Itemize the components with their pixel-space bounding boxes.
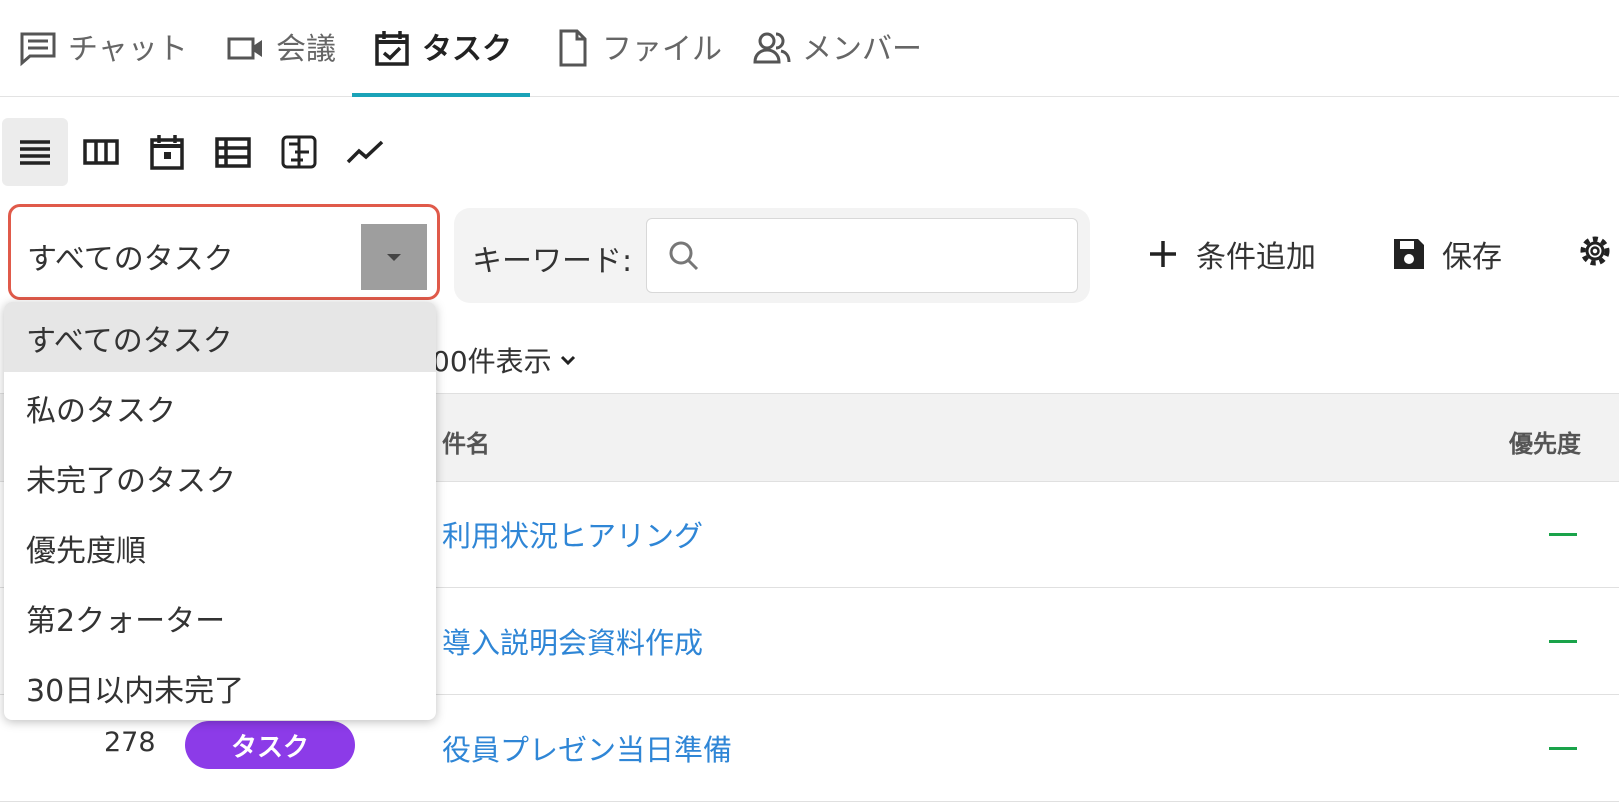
filter-option-incomplete[interactable]: 未完了のタスク	[4, 442, 436, 512]
task-number: 278	[104, 727, 156, 758]
option-label: すべてのタスク	[26, 324, 233, 359]
chart-view-icon	[346, 140, 384, 164]
page-size-select[interactable]: 00件表示	[432, 340, 578, 380]
priority-indicator	[1549, 640, 1577, 643]
list-view-icon	[20, 140, 50, 165]
task-link[interactable]: 利用状況ヒアリング	[442, 513, 703, 555]
file-icon	[559, 29, 587, 67]
tab-chat[interactable]: チャット	[18, 24, 188, 96]
task-link[interactable]: 導入説明会資料作成	[442, 620, 703, 662]
gear-icon	[1580, 236, 1610, 266]
save-button[interactable]: 保存	[1390, 232, 1502, 276]
column-header-priority[interactable]: 優先度	[1509, 424, 1581, 459]
calendar-check-icon	[375, 31, 409, 66]
gantt-view-button[interactable]	[266, 118, 332, 186]
chevron-down-icon	[560, 355, 575, 366]
calendar-view-button[interactable]	[134, 118, 200, 186]
task-filter-select[interactable]: すべてのタスク	[8, 204, 440, 300]
task-type-badge: タスク	[185, 721, 355, 769]
option-label: 優先度順	[26, 534, 146, 569]
tab-meeting[interactable]: 会議	[226, 24, 336, 96]
list-view-button[interactable]	[2, 118, 68, 186]
video-icon	[227, 37, 262, 60]
filter-option-mine[interactable]: 私のタスク	[4, 372, 436, 442]
plus-icon	[1150, 241, 1176, 267]
tab-label: メンバー	[802, 32, 922, 67]
tab-bar: チャット 会議 タスク ファイル メンバー	[0, 0, 1619, 97]
calendar-view-icon	[150, 135, 184, 170]
tab-label: ファイル	[602, 32, 722, 67]
settings-button[interactable]	[1576, 232, 1614, 270]
tab-label: 会議	[276, 32, 336, 67]
keyword-label: キーワード:	[472, 244, 633, 279]
chart-view-button[interactable]	[332, 118, 398, 186]
filter-option-priority[interactable]: 優先度順	[4, 512, 436, 582]
save-icon	[1394, 239, 1424, 269]
active-tab-indicator	[352, 93, 530, 97]
option-label: 未完了のタスク	[26, 464, 236, 499]
option-label: 私のタスク	[26, 394, 176, 429]
table-view-button[interactable]	[200, 118, 266, 186]
priority-indicator	[1549, 747, 1577, 750]
option-label: 第2クォーター	[26, 604, 226, 639]
column-header-name[interactable]: 件名	[442, 424, 490, 459]
tab-label: タスク	[422, 32, 512, 67]
page-size-label: 00件表示	[432, 345, 552, 378]
chat-icon	[20, 32, 56, 67]
save-label: 保存	[1442, 240, 1502, 275]
table-view-icon	[215, 137, 251, 168]
keyword-input[interactable]	[711, 233, 1065, 279]
priority-indicator	[1549, 533, 1577, 536]
chevron-down-icon[interactable]	[361, 224, 427, 290]
keyword-field[interactable]	[646, 218, 1078, 293]
tab-file[interactable]: ファイル	[552, 24, 722, 96]
gantt-view-icon	[281, 135, 317, 169]
board-view-icon	[83, 139, 119, 165]
tab-label: チャット	[68, 32, 188, 67]
search-icon	[669, 241, 699, 271]
task-link[interactable]: 役員プレゼン当日準備	[442, 727, 732, 769]
filter-option-all[interactable]: すべてのタスク	[4, 302, 436, 372]
tab-members[interactable]: メンバー	[752, 24, 922, 96]
task-filter-dropdown: すべてのタスク 私のタスク 未完了のタスク 優先度順 第2クォーター 30日以内…	[4, 302, 436, 720]
filter-option-q2[interactable]: 第2クォーター	[4, 582, 436, 652]
tab-task[interactable]: タスク	[352, 24, 530, 97]
keyword-panel: キーワード:	[454, 208, 1090, 303]
board-view-button[interactable]	[68, 118, 134, 186]
option-label: 30日以内未完了	[26, 674, 245, 709]
task-filter-value: すべてのタスク	[27, 242, 234, 277]
members-icon	[753, 32, 791, 64]
filter-option-30days[interactable]: 30日以内未完了	[4, 652, 436, 720]
add-condition-label: 条件追加	[1196, 240, 1316, 275]
add-condition-button[interactable]: 条件追加	[1144, 232, 1316, 276]
